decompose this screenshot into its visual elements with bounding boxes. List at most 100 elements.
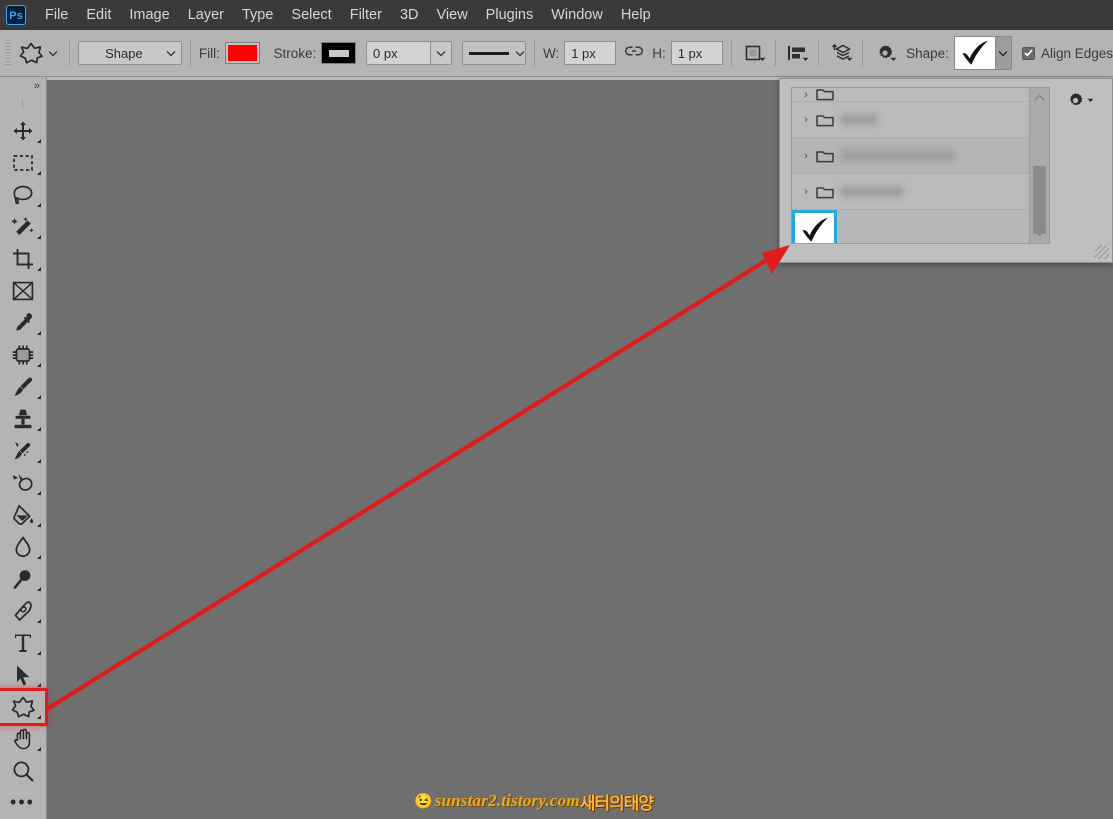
stroke-width-input[interactable]	[366, 41, 430, 65]
chevron-right-icon[interactable]: ›	[798, 186, 814, 198]
shape-picker-resize-grip-icon[interactable]	[1095, 245, 1109, 259]
chevron-right-icon[interactable]: ›	[798, 89, 814, 101]
chevron-down-icon[interactable]	[1030, 223, 1049, 243]
chevron-right-icon[interactable]: ›	[798, 114, 814, 126]
tool-flyout-indicator	[37, 651, 41, 655]
folder-icon	[816, 149, 834, 163]
watermark-url: sunstar2.tistory.com	[434, 791, 580, 810]
tools-panel-grip[interactable]	[9, 95, 37, 111]
eyedropper-tool[interactable]	[0, 307, 45, 339]
chevron-down-icon	[890, 55, 897, 64]
frame-tool[interactable]	[0, 275, 45, 307]
blur-tool[interactable]	[0, 531, 45, 563]
edit-toolbar-button[interactable]: •••	[0, 787, 45, 817]
folder-icon	[816, 185, 834, 199]
path-arrangement-icon[interactable]	[827, 39, 854, 67]
shape-items-row	[792, 210, 1049, 243]
options-separator-6	[818, 40, 820, 66]
custom-shape-tool[interactable]	[0, 691, 45, 723]
shape-picker-list[interactable]: › › › ›	[791, 87, 1050, 244]
move-tool[interactable]	[0, 115, 45, 147]
stroke-color-swatch[interactable]	[321, 42, 356, 64]
shape-picker-settings-gear-icon[interactable]	[1066, 91, 1094, 110]
spot-healing-brush-tool[interactable]	[0, 339, 45, 371]
folder-icon	[816, 113, 834, 127]
tool-flyout-indicator	[37, 235, 41, 239]
shape-width-input[interactable]	[564, 41, 617, 65]
shape-picker-chevron-down-icon[interactable]	[995, 36, 1012, 70]
menu-item-file[interactable]: File	[36, 3, 77, 27]
width-label: W:	[542, 45, 560, 61]
shape-height-input[interactable]	[670, 41, 723, 65]
shape-item-check-mark[interactable]	[792, 210, 837, 243]
eraser-tool[interactable]	[0, 467, 45, 499]
menu-item-layer[interactable]: Layer	[179, 3, 233, 27]
history-brush-tool[interactable]	[0, 435, 45, 467]
menu-item-filter[interactable]: Filter	[341, 3, 391, 27]
chevron-right-icon[interactable]: ›	[798, 150, 814, 162]
stroke-width-chevron-down-icon[interactable]	[430, 41, 452, 65]
options-bar-grip[interactable]	[5, 40, 11, 66]
path-selection-tool[interactable]	[0, 659, 45, 691]
tool-flyout-indicator	[37, 395, 41, 399]
path-alignment-icon[interactable]	[784, 39, 811, 67]
menu-item-plugins[interactable]: Plugins	[477, 3, 543, 27]
selected-shape-thumbnail[interactable]	[953, 36, 996, 70]
options-separator-3	[534, 40, 535, 66]
tools-panel-collapse-button[interactable]: »	[0, 77, 46, 95]
shape-group-row[interactable]: ›	[792, 138, 1049, 174]
brush-tool[interactable]	[0, 371, 45, 403]
shape-group-label	[840, 150, 955, 161]
tool-flyout-indicator	[37, 715, 41, 719]
shape-group-row[interactable]: ›	[792, 102, 1049, 138]
stroke-dash-style-select[interactable]	[462, 41, 526, 65]
link-chain-icon[interactable]	[624, 44, 644, 63]
crop-tool[interactable]	[0, 243, 45, 275]
fill-color-swatch[interactable]	[224, 42, 260, 64]
align-edges-checkbox[interactable]	[1021, 46, 1035, 60]
menu-item-select[interactable]: Select	[282, 3, 340, 27]
object-selection-tool[interactable]	[0, 211, 45, 243]
menu-item-help[interactable]: Help	[612, 3, 660, 27]
stroke-swatch-bar	[328, 49, 349, 57]
zoom-tool[interactable]	[0, 755, 45, 787]
shape-group-row[interactable]: ›	[792, 174, 1049, 210]
pen-tool[interactable]	[0, 595, 45, 627]
hand-tool[interactable]	[0, 723, 45, 755]
menu-item-type[interactable]: Type	[233, 3, 282, 27]
wink-emoji-icon: 😉	[414, 793, 433, 810]
tool-preset-chevron-down-icon[interactable]	[46, 40, 61, 66]
fill-label: Fill:	[198, 45, 220, 61]
rectangular-marquee-tool[interactable]	[0, 147, 45, 179]
menu-item-window[interactable]: Window	[542, 3, 612, 27]
dodge-tool[interactable]	[0, 563, 45, 595]
options-separator-4	[730, 40, 732, 66]
horizontal-type-tool[interactable]	[0, 627, 45, 659]
stroke-label: Stroke:	[273, 45, 317, 61]
options-separator-1	[68, 40, 70, 66]
shape-group-row[interactable]: ›	[792, 88, 1049, 102]
align-edges-label: Align Edges	[1040, 45, 1113, 61]
menu-item-image[interactable]: Image	[120, 3, 178, 27]
custom-shape-icon[interactable]	[17, 39, 46, 67]
shape-picker-scrollbar[interactable]	[1029, 88, 1049, 243]
path-operations-icon[interactable]	[740, 39, 767, 67]
tool-flyout-indicator	[37, 203, 41, 207]
menu-item-edit[interactable]: Edit	[77, 3, 120, 27]
menu-item-view[interactable]: View	[428, 3, 477, 27]
shape-mode-select[interactable]: Shape	[77, 41, 182, 65]
tool-flyout-indicator	[37, 491, 41, 495]
options-separator-5	[774, 40, 776, 66]
lasso-tool[interactable]	[0, 179, 45, 211]
clone-stamp-tool[interactable]	[0, 403, 45, 435]
stroke-width-group	[366, 41, 452, 65]
photoshop-window: Ps File Edit Image Layer Type Select Fil…	[0, 0, 1113, 819]
chevron-up-icon[interactable]	[1030, 88, 1049, 108]
gear-icon[interactable]	[871, 39, 898, 67]
align-edges-checkbox-group[interactable]: Align Edges	[1021, 45, 1113, 61]
menu-item-3d[interactable]: 3D	[391, 3, 428, 27]
gradient-tool[interactable]	[0, 499, 45, 531]
shape-picker-panel: › › › ›	[779, 78, 1113, 263]
menu-bar: Ps File Edit Image Layer Type Select Fil…	[0, 0, 1113, 30]
tool-flyout-indicator	[37, 523, 41, 527]
